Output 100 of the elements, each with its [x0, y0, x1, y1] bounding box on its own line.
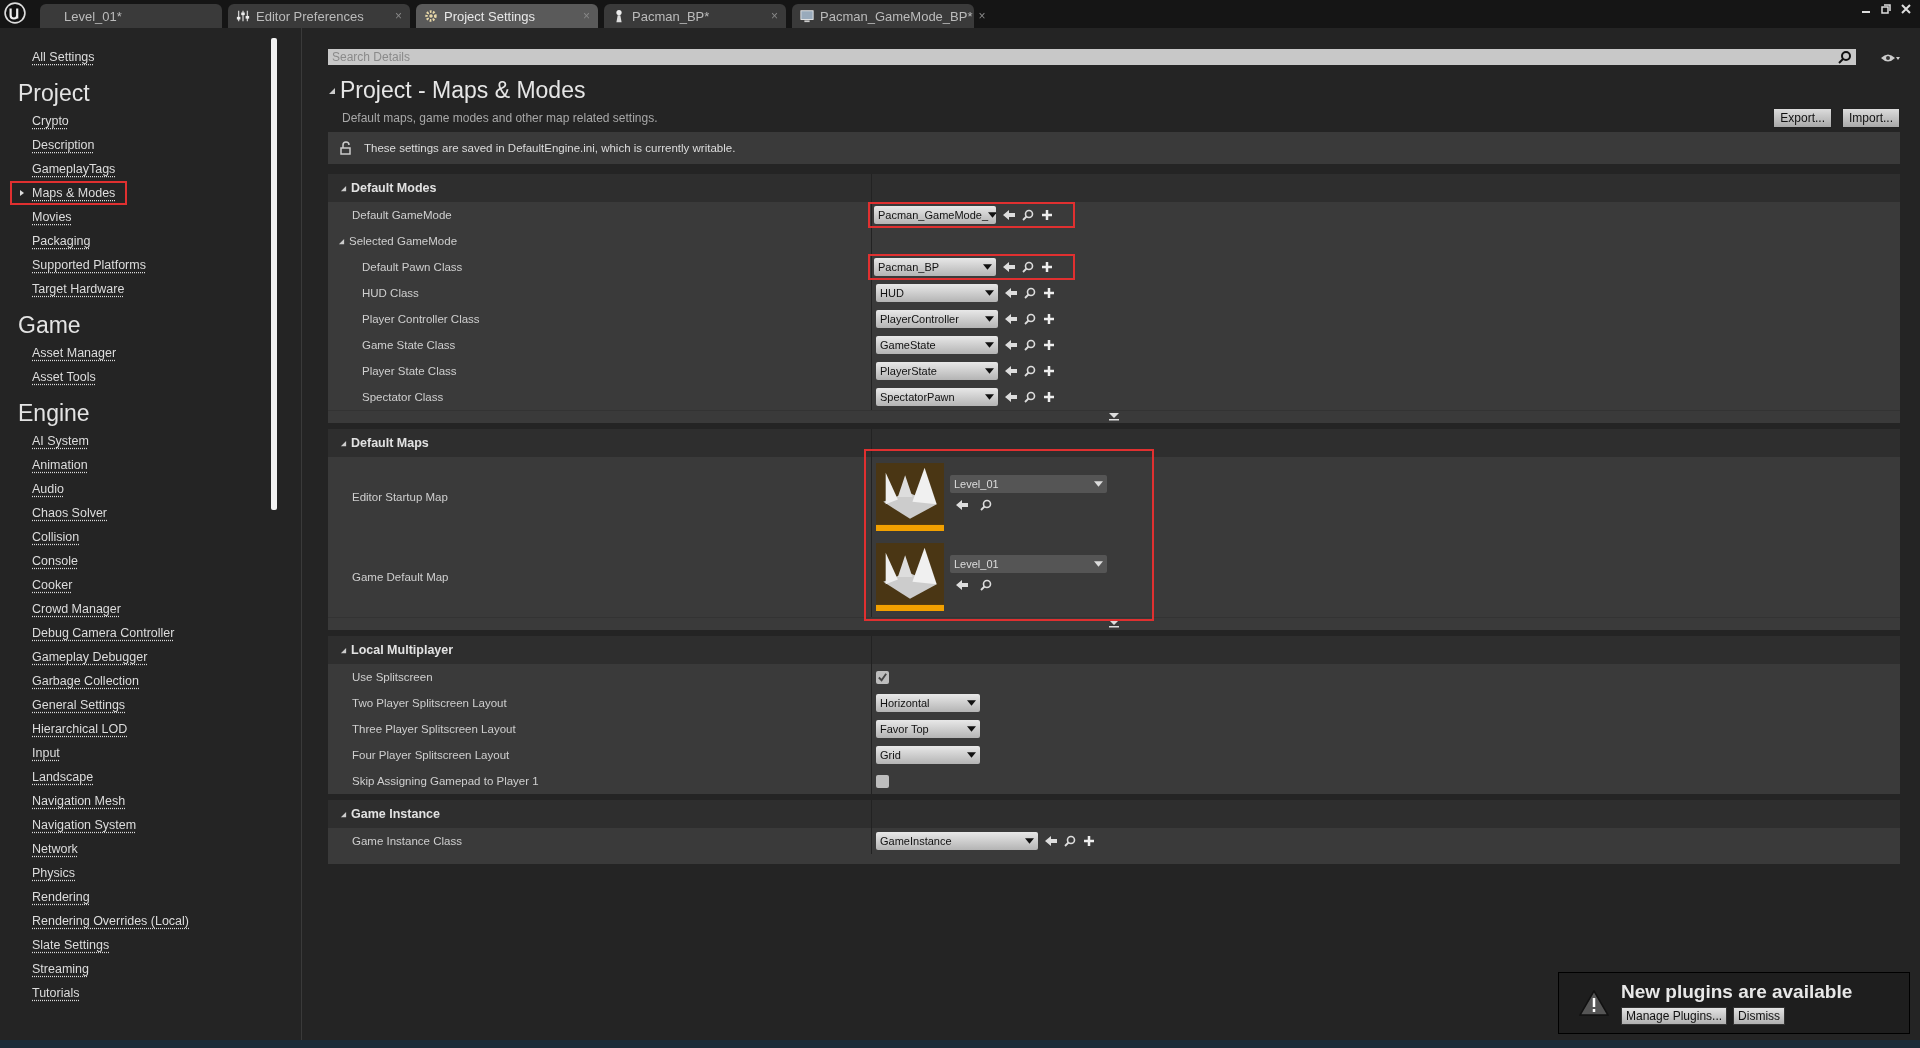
search-icon[interactable]: [1024, 287, 1036, 299]
back-arrow-icon[interactable]: [1003, 261, 1015, 273]
plus-icon[interactable]: [1041, 261, 1053, 273]
expand-advanced-icon[interactable]: [1108, 620, 1120, 628]
back-arrow-icon[interactable]: [1005, 391, 1017, 403]
tab[interactable]: Project Settings ×: [416, 4, 598, 28]
search-icon[interactable]: [1024, 391, 1036, 403]
notification-button[interactable]: Dismiss: [1733, 1007, 1786, 1025]
sidebar-link[interactable]: Hierarchical LOD: [32, 717, 128, 741]
sidebar-link[interactable]: Packaging: [32, 229, 91, 253]
plus-icon[interactable]: [1041, 209, 1053, 221]
sidebar-link[interactable]: AI System: [32, 429, 89, 453]
class-dropdown[interactable]: HUD: [876, 284, 998, 302]
header-button[interactable]: Export...: [1773, 108, 1832, 128]
search-icon[interactable]: [980, 579, 992, 591]
sidebar-link[interactable]: Slate Settings: [32, 933, 110, 957]
sidebar-link[interactable]: Description: [32, 133, 95, 157]
sidebar-link[interactable]: Navigation Mesh: [32, 789, 126, 813]
restore-icon[interactable]: [1880, 3, 1892, 15]
sidebar-link[interactable]: Animation: [32, 453, 88, 477]
sidebar-link[interactable]: Target Hardware: [32, 277, 125, 301]
sidebar-link[interactable]: Audio: [32, 477, 64, 501]
search-icon[interactable]: [1024, 339, 1036, 351]
sidebar-link[interactable]: Streaming: [32, 957, 89, 981]
map-dropdown[interactable]: Level_01: [950, 555, 1107, 573]
back-arrow-icon[interactable]: [1005, 313, 1017, 325]
sidebar-link[interactable]: Rendering Overrides (Local): [32, 909, 189, 933]
expand-arrow-icon[interactable]: [340, 439, 347, 447]
notification-button[interactable]: Manage Plugins...: [1621, 1007, 1728, 1025]
sidebar-link[interactable]: Physics: [32, 861, 76, 885]
plus-icon[interactable]: [1043, 313, 1055, 325]
sidebar-link[interactable]: Console: [32, 549, 78, 573]
class-dropdown[interactable]: PlayerController: [876, 310, 998, 328]
expand-arrow-icon[interactable]: [340, 810, 347, 818]
search-icon[interactable]: [1022, 261, 1034, 273]
expand-arrow-icon[interactable]: [340, 646, 347, 654]
eye-icon[interactable]: [1880, 52, 1900, 64]
sidebar-link[interactable]: Input: [32, 741, 60, 765]
tab[interactable]: Pacman_BP* ×: [604, 4, 786, 28]
plus-icon[interactable]: [1083, 835, 1095, 847]
sidebar-link[interactable]: Garbage Collection: [32, 669, 139, 693]
map-dropdown[interactable]: Level_01: [950, 475, 1107, 493]
plus-icon[interactable]: [1043, 287, 1055, 299]
class-dropdown[interactable]: PlayerState: [876, 362, 998, 380]
tab-close-button[interactable]: ×: [978, 9, 986, 23]
sidebar-link[interactable]: Rendering: [32, 885, 90, 909]
sidebar-link[interactable]: Debug Camera Controller: [32, 621, 175, 645]
sidebar-link[interactable]: Landscape: [32, 765, 94, 789]
sidebar-link[interactable]: Network: [32, 837, 78, 861]
sidebar-link[interactable]: GameplayTags: [32, 157, 116, 181]
sidebar-link[interactable]: Gameplay Debugger: [32, 645, 148, 669]
back-arrow-icon[interactable]: [956, 579, 968, 591]
class-dropdown[interactable]: GameInstance: [876, 832, 1038, 850]
search-icon[interactable]: [1024, 365, 1036, 377]
checkbox[interactable]: [876, 670, 889, 684]
expand-arrow-icon[interactable]: [340, 184, 347, 192]
back-arrow-icon[interactable]: [1003, 209, 1015, 221]
sidebar-link[interactable]: Chaos Solver: [32, 501, 108, 525]
plus-icon[interactable]: [1043, 339, 1055, 351]
search-icon[interactable]: [980, 499, 992, 511]
tab[interactable]: Level_01*: [40, 4, 222, 28]
class-dropdown[interactable]: Pacman_BP: [874, 258, 996, 276]
sidebar-link[interactable]: Navigation System: [32, 813, 137, 837]
checkbox[interactable]: [876, 774, 889, 788]
sidebar-link[interactable]: All Settings: [32, 45, 95, 69]
dropdown[interactable]: Favor Top: [876, 720, 980, 738]
sidebar-link[interactable]: Movies: [32, 205, 72, 229]
expand-advanced-icon[interactable]: [1108, 413, 1120, 421]
back-arrow-icon[interactable]: [1005, 365, 1017, 377]
scrollbar-thumb[interactable]: [271, 38, 277, 510]
close-icon[interactable]: [1900, 3, 1912, 15]
search-icon[interactable]: [1064, 835, 1076, 847]
sidebar-link[interactable]: Asset Tools: [32, 365, 96, 389]
dropdown[interactable]: Horizontal: [876, 694, 980, 712]
sidebar-link[interactable]: Asset Manager: [32, 341, 117, 365]
engine-logo-icon[interactable]: [4, 1, 26, 24]
search-icon[interactable]: [1022, 209, 1034, 221]
search-field[interactable]: Search Details: [328, 49, 1834, 65]
sidebar-link[interactable]: Tutorials: [32, 981, 80, 1005]
back-arrow-icon[interactable]: [956, 499, 968, 511]
back-arrow-icon[interactable]: [1005, 339, 1017, 351]
sidebar-link[interactable]: General Settings: [32, 693, 126, 717]
sidebar-link[interactable]: Crowd Manager: [32, 597, 121, 621]
tab[interactable]: Editor Preferences ×: [228, 4, 410, 28]
class-dropdown[interactable]: GameState: [876, 336, 998, 354]
sidebar-link[interactable]: Maps & Modes: [32, 181, 116, 205]
sidebar-link[interactable]: Crypto: [32, 109, 69, 133]
header-button[interactable]: Import...: [1842, 108, 1900, 128]
sidebar-link[interactable]: Cooker: [32, 573, 73, 597]
dropdown[interactable]: Grid: [876, 746, 980, 764]
plus-icon[interactable]: [1043, 365, 1055, 377]
plus-icon[interactable]: [1043, 391, 1055, 403]
back-arrow-icon[interactable]: [1045, 835, 1057, 847]
back-arrow-icon[interactable]: [1005, 287, 1017, 299]
sidebar-link[interactable]: Collision: [32, 525, 80, 549]
class-dropdown[interactable]: Pacman_GameMode_: [874, 206, 996, 224]
class-dropdown[interactable]: SpectatorPawn: [876, 388, 998, 406]
sidebar-link[interactable]: Supported Platforms: [32, 253, 146, 277]
expand-arrow-icon[interactable]: [338, 237, 345, 245]
search-icon[interactable]: [1024, 313, 1036, 325]
